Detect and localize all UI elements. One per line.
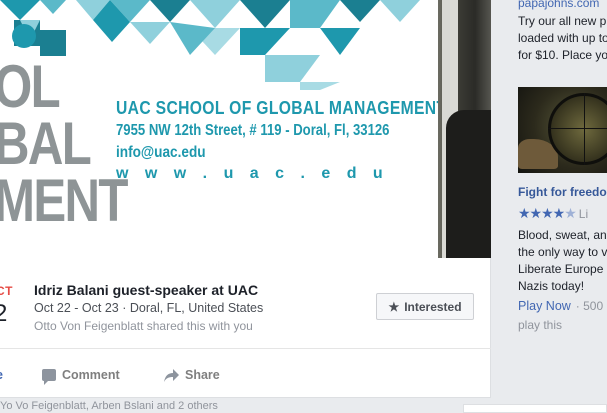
logo-line: BAL (0, 110, 92, 177)
event-meta: Oct 22 - Oct 23 · Doral, FL, United Stat… (34, 301, 264, 315)
ad2-line: Blood, sweat, an (518, 228, 607, 242)
school-website: w w w . u a c . e d u (116, 165, 389, 182)
school-name: UAC SCHOOL OF GLOBAL MANAGEMENT (116, 98, 447, 118)
school-email: info@uac.edu (116, 144, 206, 161)
comment-label: Comment (62, 368, 120, 382)
ad2-rating-label: Li (578, 207, 589, 221)
like-button[interactable]: e (0, 368, 3, 382)
ad1-domain-link[interactable]: papajohns.com (518, 0, 599, 10)
event-date-day: 2 (0, 300, 8, 327)
play-count: · 500 (575, 299, 604, 313)
interested-button[interactable]: ★ Interested (376, 293, 474, 320)
comment-button[interactable]: Comment (42, 368, 120, 385)
crosshair-h (548, 128, 607, 129)
ad2-line: the only way to v (518, 245, 607, 259)
crosshair-v (584, 93, 585, 165)
ad2-line: Nazis today! (518, 279, 585, 293)
half-star-icon: ★ (564, 205, 577, 221)
photo-speaker-suit (446, 110, 491, 258)
ad2-title-link[interactable]: Fight for freedom (518, 185, 607, 199)
ad2-image[interactable] (518, 87, 607, 173)
divider (0, 348, 491, 349)
reactions-summary[interactable]: Yo Vo Feigenblatt, Arben Bslani and 2 ot… (0, 400, 491, 413)
star-icon: ★ (388, 299, 400, 314)
ad1-body: Try our all new p loaded with up to for … (518, 13, 607, 64)
ad2-play-tail: play this (518, 318, 563, 332)
ad2-rating: ★★★★★ Li (518, 205, 588, 222)
event-shared-by: Otto Von Feigenblatt shared this with yo… (34, 319, 253, 333)
logo-line: MENT (0, 167, 128, 234)
right-column-ads: papajohns.com Try our all new p loaded w… (506, 0, 607, 413)
share-button[interactable]: Share (164, 368, 220, 382)
play-now-label: Play Now (518, 299, 571, 313)
share-icon (164, 368, 179, 382)
interested-label: Interested (404, 299, 462, 314)
post-actions: e Comment Share (0, 360, 491, 396)
event-cover-image[interactable]: OL BAL MENT UAC SCHOOL OF GLOBAL MANAGEM… (0, 0, 491, 258)
page: OL BAL MENT UAC SCHOOL OF GLOBAL MANAGEM… (0, 0, 607, 413)
like-label: e (0, 368, 3, 382)
ad2-body: Blood, sweat, an the only way to v Liber… (518, 227, 607, 295)
school-logo-letters: OL BAL MENT (0, 53, 128, 234)
school-address: 7955 NW 12th Street, # 119 - Doral, Fl, … (116, 122, 390, 139)
share-label: Share (185, 368, 220, 382)
ad1-line: Try our all new p (518, 14, 607, 28)
star-icon: ★★★★ (518, 205, 565, 221)
ad1-line: loaded with up to (518, 31, 607, 45)
ad1-line: for $10. Place yo (518, 48, 607, 62)
ad2-play-now[interactable]: Play Now · 500 (518, 299, 603, 313)
event-post-card: OL BAL MENT UAC SCHOOL OF GLOBAL MANAGEM… (0, 0, 491, 398)
logo-line: OL (0, 53, 61, 120)
comment-icon (42, 369, 56, 385)
event-date-month: CT (0, 284, 13, 298)
speaker-photo (438, 0, 491, 258)
event-title[interactable]: Idriz Balani guest-speaker at UAC (34, 282, 258, 298)
ad2-line: Liberate Europe (518, 262, 604, 276)
